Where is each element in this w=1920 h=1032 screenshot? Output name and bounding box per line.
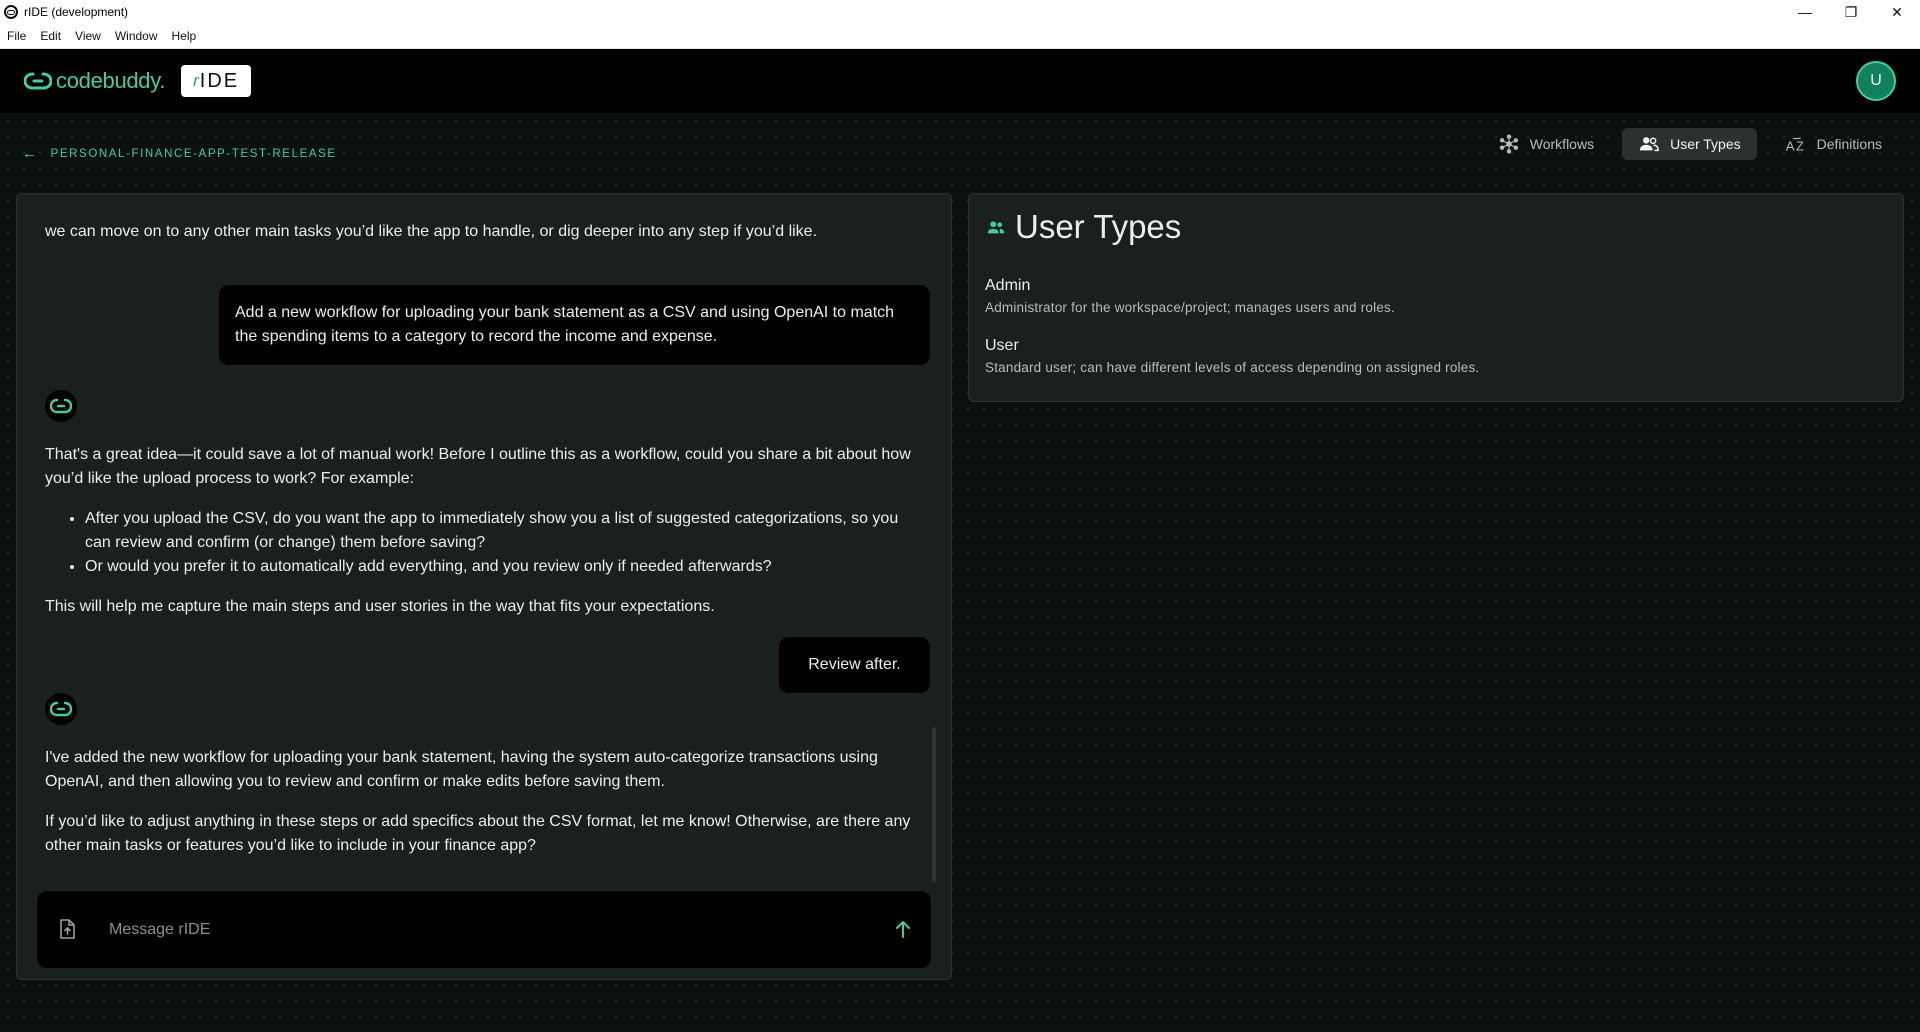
- tab-user-types[interactable]: User Types: [1622, 128, 1757, 160]
- message-composer: [37, 891, 931, 968]
- user-types-title: User Types: [1015, 208, 1182, 245]
- chat-panel: we can move on to any other main tasks y…: [16, 193, 952, 980]
- arrow-left-icon: ←: [22, 145, 39, 162]
- user-types-panel: User Types Admin Administrator for the w…: [968, 193, 1904, 402]
- menu-edit[interactable]: Edit: [33, 29, 68, 43]
- app-icon: [4, 5, 18, 19]
- tab-user-types-label: User Types: [1670, 136, 1741, 152]
- user-type-item[interactable]: Admin Administrator for the workspace/pr…: [985, 276, 1395, 318]
- workflows-icon: [1499, 134, 1518, 154]
- user-type-name: User: [985, 337, 1019, 354]
- send-arrow-icon[interactable]: [891, 917, 915, 941]
- app-header: codebuddy. r IDE U: [0, 49, 1920, 113]
- chat-scrollbar[interactable]: [932, 727, 936, 882]
- user-message: Add a new workflow for uploading your ba…: [219, 285, 930, 365]
- assistant-avatar: [45, 693, 77, 725]
- restore-icon[interactable]: ❐: [1828, 0, 1874, 24]
- user-type-description: Administrator for the workspace/project;…: [985, 300, 1395, 315]
- project-name: PERSONAL-FINANCE-APP-TEST-RELEASE: [50, 147, 337, 160]
- tab-workflows-label: Workflows: [1529, 136, 1595, 152]
- ride-badge: r IDE: [181, 65, 252, 97]
- menu-file[interactable]: File: [0, 29, 33, 43]
- codebuddy-avatar-icon: [50, 398, 72, 414]
- logo-text: codebuddy.: [56, 68, 166, 93]
- view-tabs: Workflows User Types A Z Definitions: [1482, 128, 1898, 160]
- user-type-item[interactable]: User Standard user; can have different l…: [985, 336, 1479, 378]
- az-icon: A Z: [1786, 137, 1804, 153]
- assistant-message: If you’d like to adjust anything in thes…: [45, 813, 911, 854]
- close-icon[interactable]: ✕: [1874, 0, 1920, 24]
- ride-badge-r: r: [193, 71, 199, 90]
- codebuddy-logo-icon: [24, 72, 52, 90]
- minimize-icon[interactable]: —: [1782, 0, 1828, 24]
- menu-window[interactable]: Window: [108, 29, 165, 43]
- menu-help[interactable]: Help: [165, 29, 204, 43]
- list-item: After you upload the CSV, do you want th…: [85, 507, 925, 555]
- users-icon: [987, 221, 1005, 234]
- assistant-message: This will help me capture the main steps…: [45, 598, 715, 615]
- assistant-avatar: [45, 390, 77, 422]
- panel-title: User Types: [985, 208, 1181, 246]
- codebuddy-logo[interactable]: codebuddy.: [24, 68, 165, 94]
- svg-text:Z: Z: [1796, 138, 1804, 153]
- menu-view[interactable]: View: [68, 29, 108, 43]
- assistant-message: That's a great idea—it could save a lot …: [45, 446, 911, 487]
- codebuddy-avatar-icon: [50, 701, 72, 717]
- upload-file-icon[interactable]: [55, 917, 79, 941]
- ride-badge-text: IDE: [199, 69, 240, 92]
- tab-workflows[interactable]: Workflows: [1482, 128, 1610, 160]
- user-type-name: Admin: [985, 277, 1031, 294]
- user-type-description: Standard user; can have different levels…: [985, 360, 1480, 375]
- window-controls: — ❐ ✕: [1782, 0, 1920, 24]
- list-item: Or would you prefer it to automatically …: [85, 555, 925, 579]
- assistant-message: I've added the new workflow for uploadin…: [45, 749, 878, 790]
- assistant-bullet-list: After you upload the CSV, do you want th…: [85, 507, 925, 579]
- assistant-message: we can move on to any other main tasks y…: [45, 223, 818, 240]
- user-message: Review after.: [779, 637, 930, 693]
- window-title: rIDE (development): [24, 5, 129, 19]
- tab-definitions-label: Definitions: [1816, 136, 1882, 152]
- window-titlebar: rIDE (development) — ❐ ✕: [0, 0, 1920, 24]
- tab-definitions[interactable]: A Z Definitions: [1769, 128, 1898, 160]
- chat-messages[interactable]: we can move on to any other main tasks y…: [17, 194, 951, 889]
- menu-bar: File Edit View Window Help: [0, 24, 1920, 49]
- svg-text:A: A: [1786, 138, 1795, 153]
- message-input[interactable]: [109, 915, 849, 945]
- user-avatar[interactable]: U: [1856, 61, 1896, 101]
- users-icon: [1639, 137, 1659, 152]
- back-to-project-link[interactable]: ← PERSONAL-FINANCE-APP-TEST-RELEASE: [22, 145, 337, 162]
